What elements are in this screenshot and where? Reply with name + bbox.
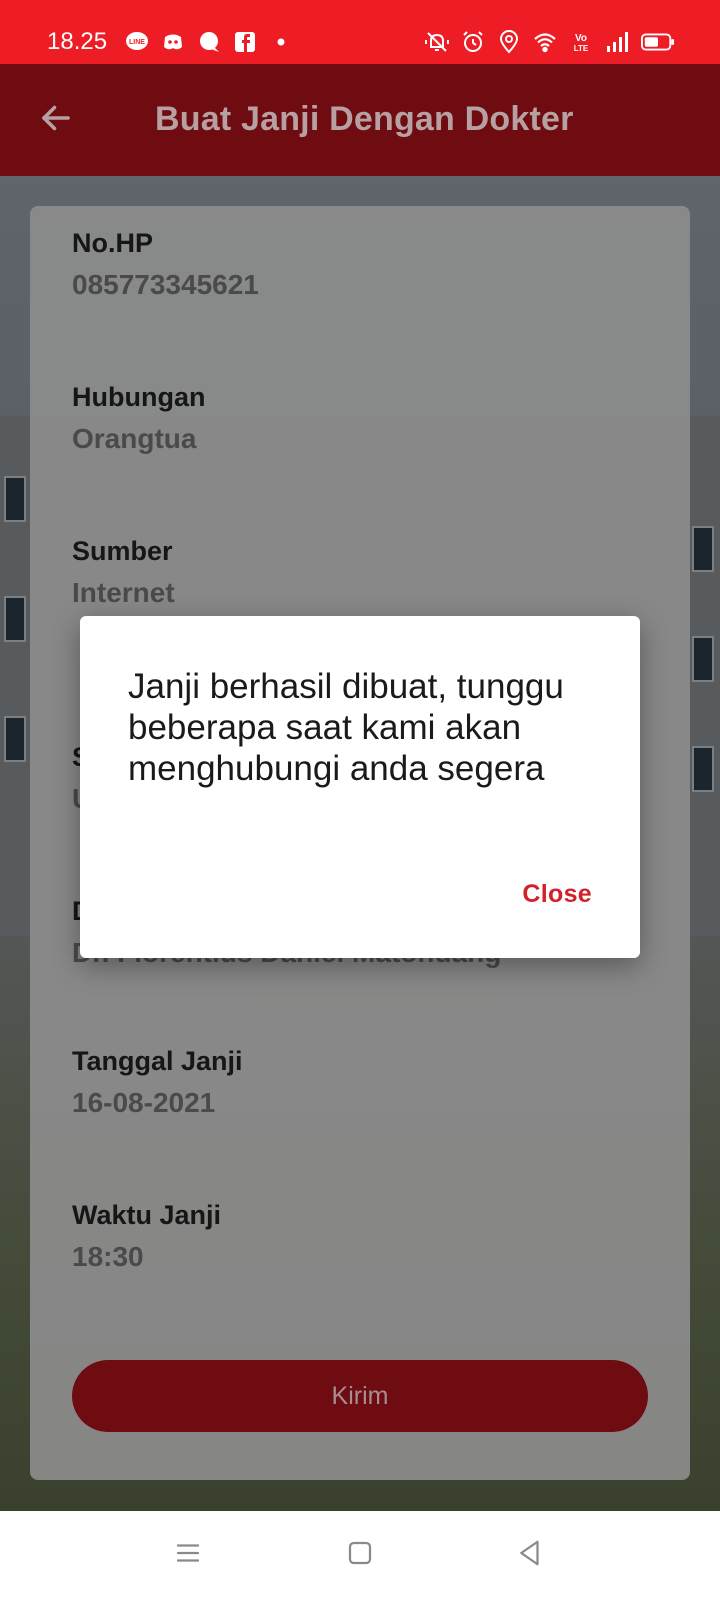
notification-icons: LINE [124,29,294,55]
field-value: Internet [72,577,175,608]
back-button[interactable] [34,98,78,142]
svg-text:LTE: LTE [574,44,589,53]
field-source: Sumber Internet [72,536,175,609]
chat-bubble-icon [196,29,222,55]
status-time: 18.25 [47,28,108,55]
system-icons: Vo LTE [424,29,676,55]
field-value: 16-08-2021 [72,1087,216,1118]
dot-icon [268,29,294,55]
line-icon: LINE [124,29,150,55]
battery-icon [640,29,676,55]
field-value: 085773345621 [72,269,259,300]
submit-button[interactable]: Kirim [72,1360,648,1432]
facebook-icon [232,29,258,55]
home-square-icon [345,1538,375,1573]
field-appointment-date: Tanggal Janji 16-08-2021 [72,1046,243,1119]
alarm-icon [460,29,486,55]
field-phone: No.HP 085773345621 [72,228,259,301]
app-bar: Buat Janji Dengan Dokter [0,64,720,176]
home-button[interactable] [338,1533,382,1577]
volte-icon: Vo LTE [568,29,594,55]
field-relationship: Hubungan Orangtua [72,382,205,455]
status-bar: 18.25 LINE Vo LTE [0,0,720,64]
success-dialog: Janji berhasil dibuat, tunggu beberapa s… [80,616,640,958]
field-value: Orangtua [72,423,197,454]
field-label: Waktu Janji [72,1200,222,1230]
close-button[interactable]: Close [522,880,592,909]
back-nav-button[interactable] [508,1533,552,1577]
dialog-message: Janji berhasil dibuat, tunggu beberapa s… [128,667,564,788]
menu-button[interactable] [166,1533,210,1577]
menu-icon [173,1538,203,1573]
signal-icon [604,29,630,55]
field-value: 18:30 [72,1241,144,1272]
vibrate-icon [424,29,450,55]
system-nav-bar [0,1511,720,1600]
svg-text:Vo: Vo [575,33,587,44]
svg-text:LINE: LINE [129,39,145,46]
back-triangle-icon [515,1538,545,1573]
field-label: No.HP [72,228,153,258]
field-label: Tanggal Janji [72,1046,243,1076]
wifi-icon [532,29,558,55]
location-icon [496,29,522,55]
field-appointment-time: Waktu Janji 18:30 [72,1200,221,1273]
discord-icon [160,29,186,55]
page-title: Buat Janji Dengan Dokter [155,100,574,138]
field-label: Hubungan [72,382,206,412]
arrow-left-icon [38,100,74,141]
field-label: Sumber [72,536,173,566]
